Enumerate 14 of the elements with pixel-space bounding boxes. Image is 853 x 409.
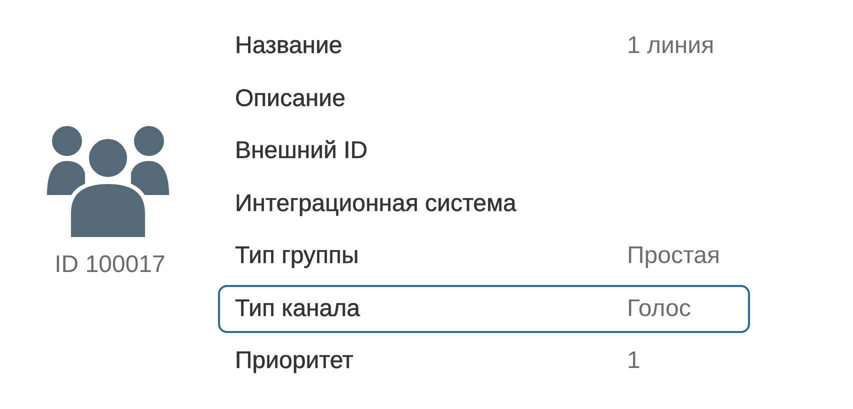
field-label: Название bbox=[235, 32, 344, 60]
field-label: Описание bbox=[235, 84, 346, 113]
field-value: Голос bbox=[627, 294, 691, 323]
field-value: 1 bbox=[627, 347, 640, 376]
field-value: Простая bbox=[627, 242, 720, 270]
field-label: Интеграционная система bbox=[235, 190, 518, 218]
field-label: Тип канала bbox=[235, 294, 362, 323]
field-value: 1 линия bbox=[627, 32, 714, 60]
field-label: Приоритет bbox=[235, 347, 354, 376]
group-id: ID 100017 bbox=[54, 251, 166, 279]
field-label: Внешний ID bbox=[235, 137, 369, 166]
highlighted-row[interactable]: Тип канала Голос bbox=[218, 284, 750, 333]
field-label: Тип группы bbox=[235, 242, 360, 270]
group-icon bbox=[47, 125, 169, 239]
